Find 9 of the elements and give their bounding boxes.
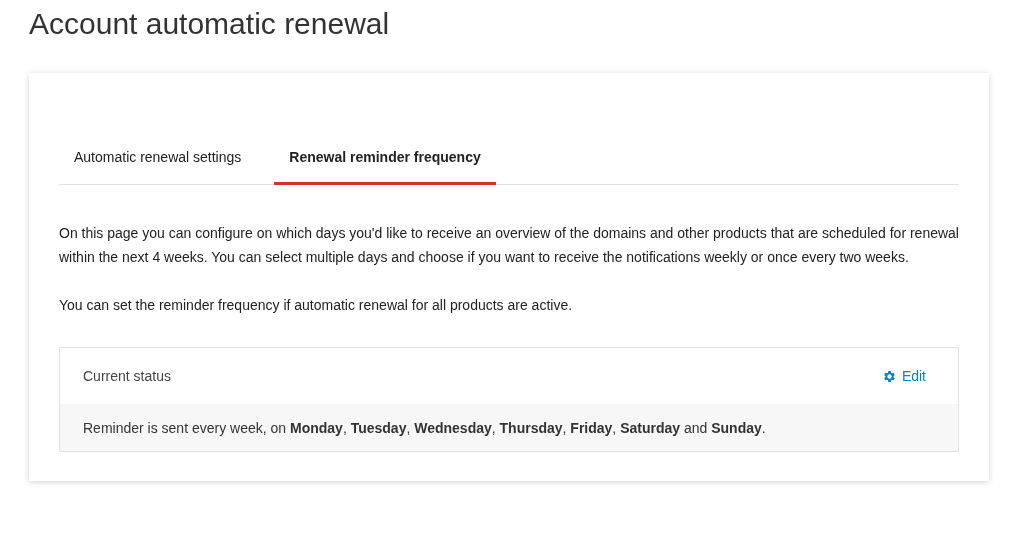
description-text: On this page you can configure on which days you'd like to receive an overview of the domains and other products that are scheduled for renewal within the next 4 weeks. You can select multiple days and choose if you want to receive the notifications weekly or once every two weeks. xyxy=(59,224,959,267)
settings-icon xyxy=(881,368,897,384)
status-title: Current status xyxy=(83,368,171,384)
description-text: You can set the reminder frequency if automatic renewal for all products are active. xyxy=(59,296,574,315)
status-summary: Reminder is sent every week, on Monday, Tuesday, Wednesday, Thursday, Friday, Saturday and Sunday. xyxy=(83,420,766,436)
tab[interactable]: Automatic renewal settings xyxy=(59,139,257,185)
tab[interactable]: Renewal reminder frequency xyxy=(274,139,496,185)
page-title: Account automatic renewal xyxy=(29,6,391,42)
edit-link[interactable]: Edit xyxy=(881,368,926,384)
